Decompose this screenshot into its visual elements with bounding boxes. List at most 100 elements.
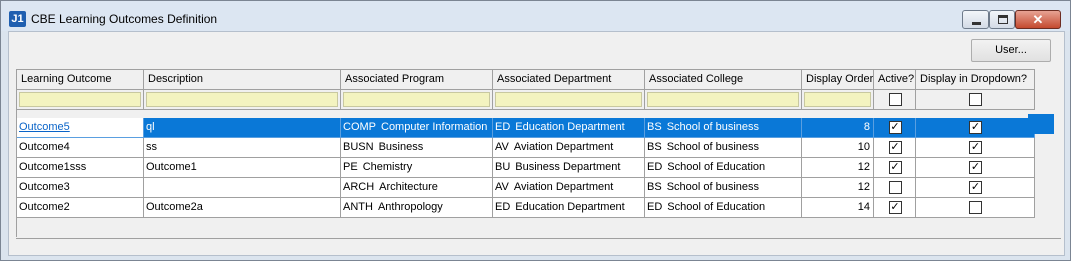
description-text: ss — [146, 141, 157, 153]
cell-program[interactable]: ANTH Anthropology — [341, 198, 493, 218]
cell-department[interactable]: AV Aviation Department — [493, 178, 645, 198]
cell-display-in-dropdown[interactable] — [916, 198, 1035, 218]
filter-description-input[interactable] — [146, 92, 338, 107]
cell-display-in-dropdown[interactable]: ✓ — [916, 118, 1035, 138]
active-checkbox[interactable]: ✓ — [888, 201, 902, 214]
display-order-value: 14 — [857, 201, 870, 213]
college-code: BS — [647, 121, 662, 133]
user-button[interactable]: User... — [971, 39, 1051, 62]
cell-program[interactable]: PE Chemistry — [341, 158, 493, 178]
cell-display-in-dropdown[interactable]: ✓ — [916, 178, 1035, 198]
cell-description[interactable]: Outcome2a — [144, 198, 341, 218]
minimize-icon — [972, 22, 981, 25]
divider — [16, 238, 1061, 239]
filter-cell[interactable] — [493, 90, 645, 110]
cell-learning-outcome[interactable]: Outcome5 — [17, 118, 144, 138]
active-checkbox[interactable] — [888, 181, 902, 194]
column-header-learning-outcome[interactable]: Learning Outcome — [17, 70, 144, 90]
cell-active[interactable] — [874, 178, 916, 198]
filter-cell[interactable] — [341, 90, 493, 110]
cell-display-order[interactable]: 14 — [802, 198, 874, 218]
cell-display-order[interactable]: 12 — [802, 158, 874, 178]
minimize-button[interactable] — [962, 10, 989, 29]
active-checkbox[interactable]: ✓ — [888, 121, 902, 134]
display-order-value: 10 — [857, 141, 870, 153]
dropdown-checkbox[interactable] — [969, 201, 982, 214]
cell-department[interactable]: ED Education Department — [493, 198, 645, 218]
cell-active[interactable]: ✓ — [874, 118, 916, 138]
maximize-button[interactable] — [989, 10, 1015, 29]
column-header-associated-department[interactable]: Associated Department — [493, 70, 645, 90]
title-bar[interactable]: J1 CBE Learning Outcomes Definition ✕ — [1, 1, 1070, 31]
cell-display-order[interactable]: 12 — [802, 178, 874, 198]
table-row[interactable]: Outcome3 ARCH Architecture AV Aviation Depar… — [17, 178, 1035, 198]
filter-program-input[interactable] — [343, 92, 490, 107]
college-name: School of business — [666, 141, 760, 153]
active-checkbox[interactable]: ✓ — [888, 141, 902, 154]
filter-dropdown-checkbox[interactable] — [969, 93, 982, 106]
dropdown-checkbox[interactable]: ✓ — [969, 181, 982, 194]
college-name: School of Education — [667, 161, 766, 173]
cell-college[interactable]: BS School of business — [645, 138, 802, 158]
column-header-associated-college[interactable]: Associated College — [645, 70, 802, 90]
college-code: BS — [647, 141, 662, 153]
program-name: Anthropology — [377, 201, 443, 213]
filter-cell[interactable] — [874, 90, 916, 110]
dropdown-checkbox[interactable]: ✓ — [969, 121, 982, 134]
grid-filter-row — [17, 90, 1035, 110]
table-row[interactable]: Outcome5 ql COMP Computer Information ED Educ… — [17, 118, 1035, 138]
filter-college-input[interactable] — [647, 92, 799, 107]
cell-department[interactable]: BU Business Department — [493, 158, 645, 178]
close-button[interactable]: ✕ — [1015, 10, 1061, 29]
program-name: Architecture — [379, 181, 438, 193]
program-code: ARCH — [343, 181, 375, 193]
cell-active[interactable]: ✓ — [874, 158, 916, 178]
cell-display-in-dropdown[interactable]: ✓ — [916, 158, 1035, 178]
filter-department-input[interactable] — [495, 92, 642, 107]
filter-cell[interactable] — [645, 90, 802, 110]
cell-learning-outcome[interactable]: Outcome1sss — [17, 158, 144, 178]
cell-department[interactable]: AV Aviation Department — [493, 138, 645, 158]
cell-program[interactable]: COMP Computer Information — [341, 118, 493, 138]
active-checkbox[interactable]: ✓ — [888, 161, 902, 174]
dropdown-checkbox[interactable]: ✓ — [969, 161, 982, 174]
column-header-active[interactable]: Active? — [874, 70, 916, 90]
cell-display-order[interactable]: 10 — [802, 138, 874, 158]
window-title: CBE Learning Outcomes Definition — [31, 12, 218, 26]
cell-description[interactable] — [144, 178, 341, 198]
cell-description[interactable]: Outcome1 — [144, 158, 341, 178]
cell-program[interactable]: BUSN Business — [341, 138, 493, 158]
column-header-associated-program[interactable]: Associated Program — [341, 70, 493, 90]
filter-cell[interactable] — [802, 90, 874, 110]
maximize-icon — [998, 15, 1008, 24]
cell-display-in-dropdown[interactable]: ✓ — [916, 138, 1035, 158]
table-row[interactable]: Outcome1sss Outcome1 PE Chemistry BU Business… — [17, 158, 1035, 178]
cell-active[interactable]: ✓ — [874, 138, 916, 158]
program-code: BUSN — [343, 141, 374, 153]
filter-display-order-input[interactable] — [804, 92, 871, 107]
cell-description[interactable]: ql — [144, 118, 341, 138]
column-header-display-in-dropdown[interactable]: Display in Dropdown? — [916, 70, 1035, 90]
filter-active-checkbox[interactable] — [888, 93, 902, 106]
cell-display-order[interactable]: 8 — [802, 118, 874, 138]
table-row[interactable]: Outcome4 ss BUSN Business AV Aviation Departm… — [17, 138, 1035, 158]
cell-learning-outcome[interactable]: Outcome3 — [17, 178, 144, 198]
dropdown-checkbox[interactable]: ✓ — [969, 141, 982, 154]
column-header-description[interactable]: Description — [144, 70, 341, 90]
cell-college[interactable]: BS School of business — [645, 118, 802, 138]
table-row[interactable]: Outcome2 Outcome2a ANTH Anthropology ED Educa… — [17, 198, 1035, 218]
cell-college[interactable]: ED School of Education — [645, 158, 802, 178]
column-header-display-order[interactable]: Display Order — [802, 70, 874, 90]
cell-college[interactable]: BS School of business — [645, 178, 802, 198]
cell-department[interactable]: ED Education Department — [493, 118, 645, 138]
filter-cell[interactable] — [17, 90, 144, 110]
cell-active[interactable]: ✓ — [874, 198, 916, 218]
cell-college[interactable]: ED School of Education — [645, 198, 802, 218]
cell-description[interactable]: ss — [144, 138, 341, 158]
cell-learning-outcome[interactable]: Outcome2 — [17, 198, 144, 218]
filter-learning-outcome-input[interactable] — [19, 92, 141, 107]
filter-cell[interactable] — [144, 90, 341, 110]
filter-cell[interactable] — [916, 90, 1035, 110]
cell-program[interactable]: ARCH Architecture — [341, 178, 493, 198]
cell-learning-outcome[interactable]: Outcome4 — [17, 138, 144, 158]
